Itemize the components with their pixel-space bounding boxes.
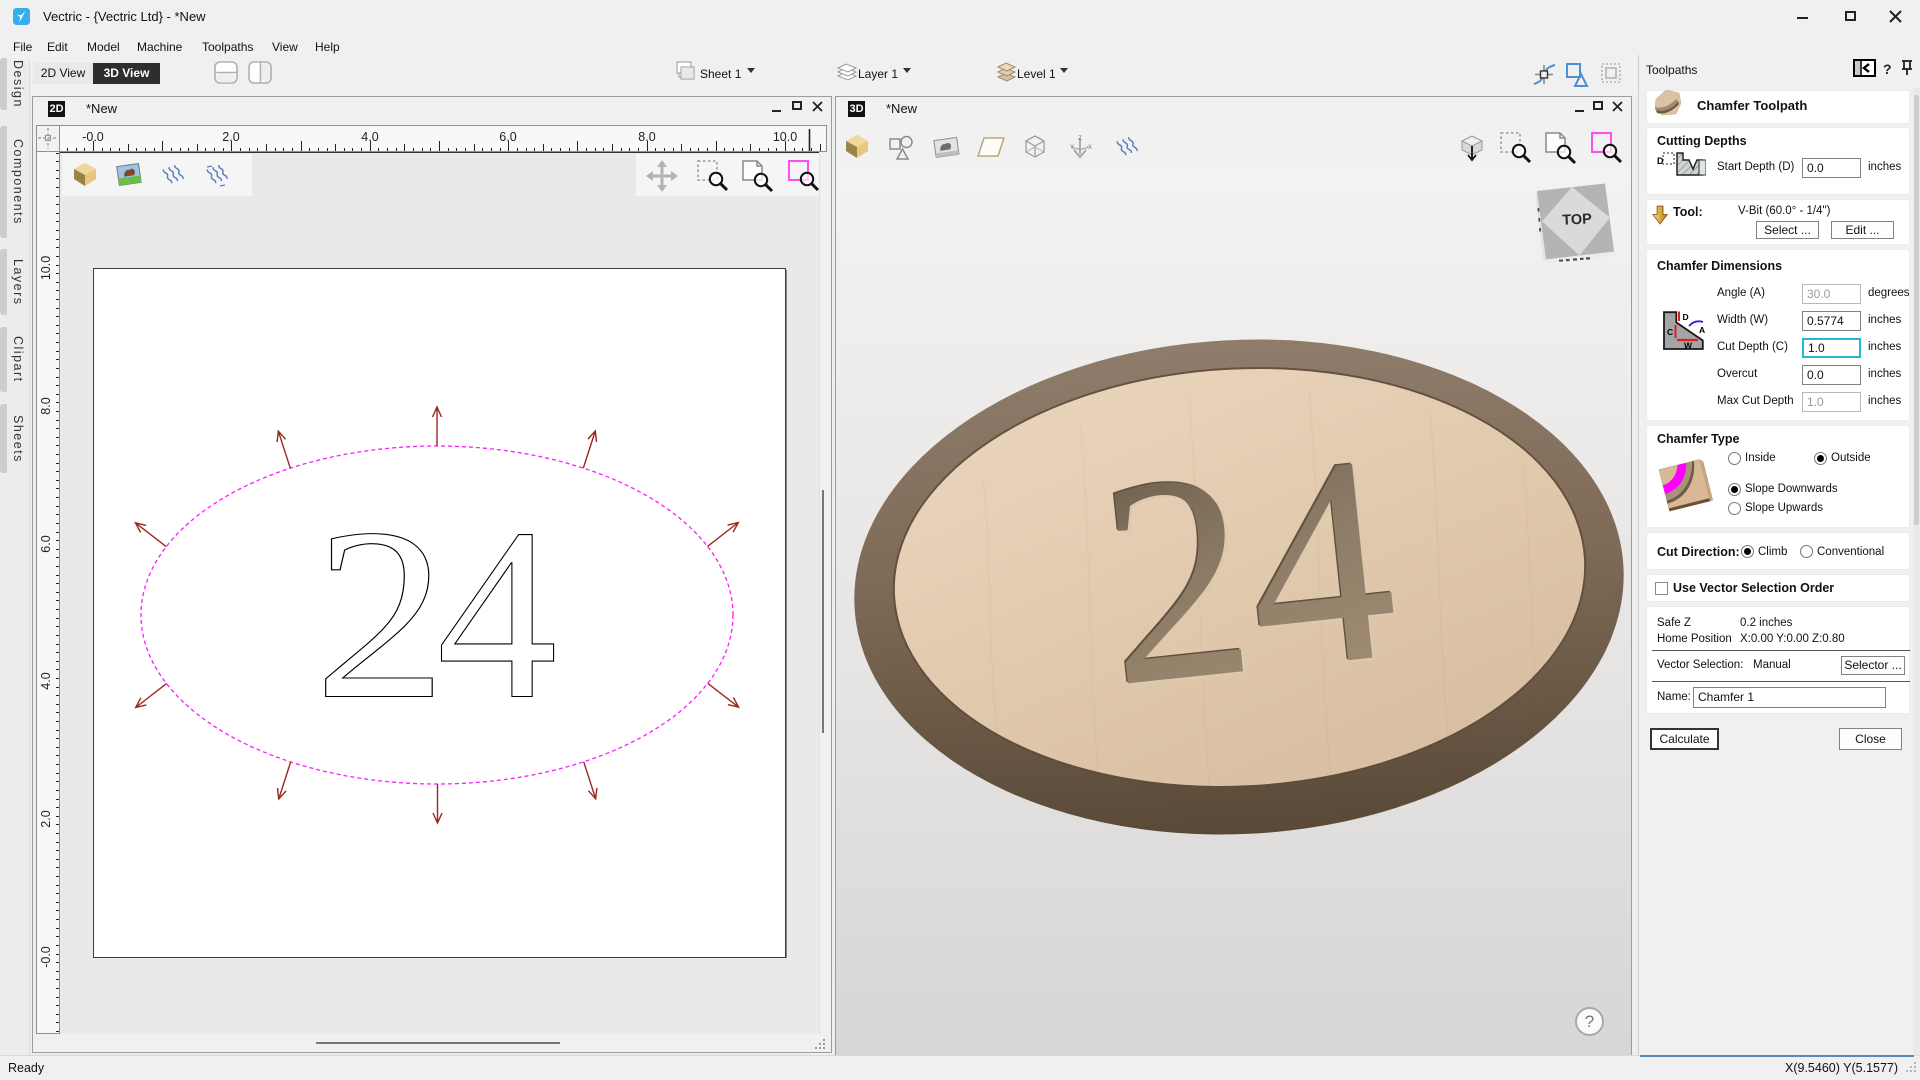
svg-text:A: A	[1699, 325, 1705, 335]
svg-text:6.0: 6.0	[499, 130, 516, 144]
svg-text:TOP: TOP	[1562, 211, 1593, 229]
svg-text:2.0: 2.0	[222, 130, 239, 144]
svg-text:D: D	[1657, 156, 1664, 166]
svg-text:4.0: 4.0	[361, 130, 378, 144]
svg-text:Y: Y	[1070, 145, 1074, 151]
svg-text:8.0: 8.0	[638, 130, 655, 144]
svg-text:X: X	[1088, 145, 1092, 151]
svg-text:Z: Z	[1078, 136, 1082, 142]
svg-text:C: C	[1667, 327, 1673, 337]
svg-text:4.0: 4.0	[39, 672, 53, 689]
svg-text:W: W	[1684, 341, 1693, 351]
svg-text:24: 24	[1088, 394, 1409, 749]
svg-text:2.0: 2.0	[39, 810, 53, 827]
svg-text:D: D	[1683, 312, 1689, 322]
svg-text:8.0: 8.0	[39, 397, 53, 414]
svg-text:2: 2	[314, 478, 447, 750]
svg-text:10.0: 10.0	[39, 256, 53, 280]
svg-text:-0.0: -0.0	[39, 946, 53, 968]
svg-text:10.0: 10.0	[773, 130, 797, 144]
svg-text:6.0: 6.0	[39, 535, 53, 552]
svg-text:4: 4	[437, 477, 558, 750]
svg-text:-0.0: -0.0	[82, 130, 104, 144]
